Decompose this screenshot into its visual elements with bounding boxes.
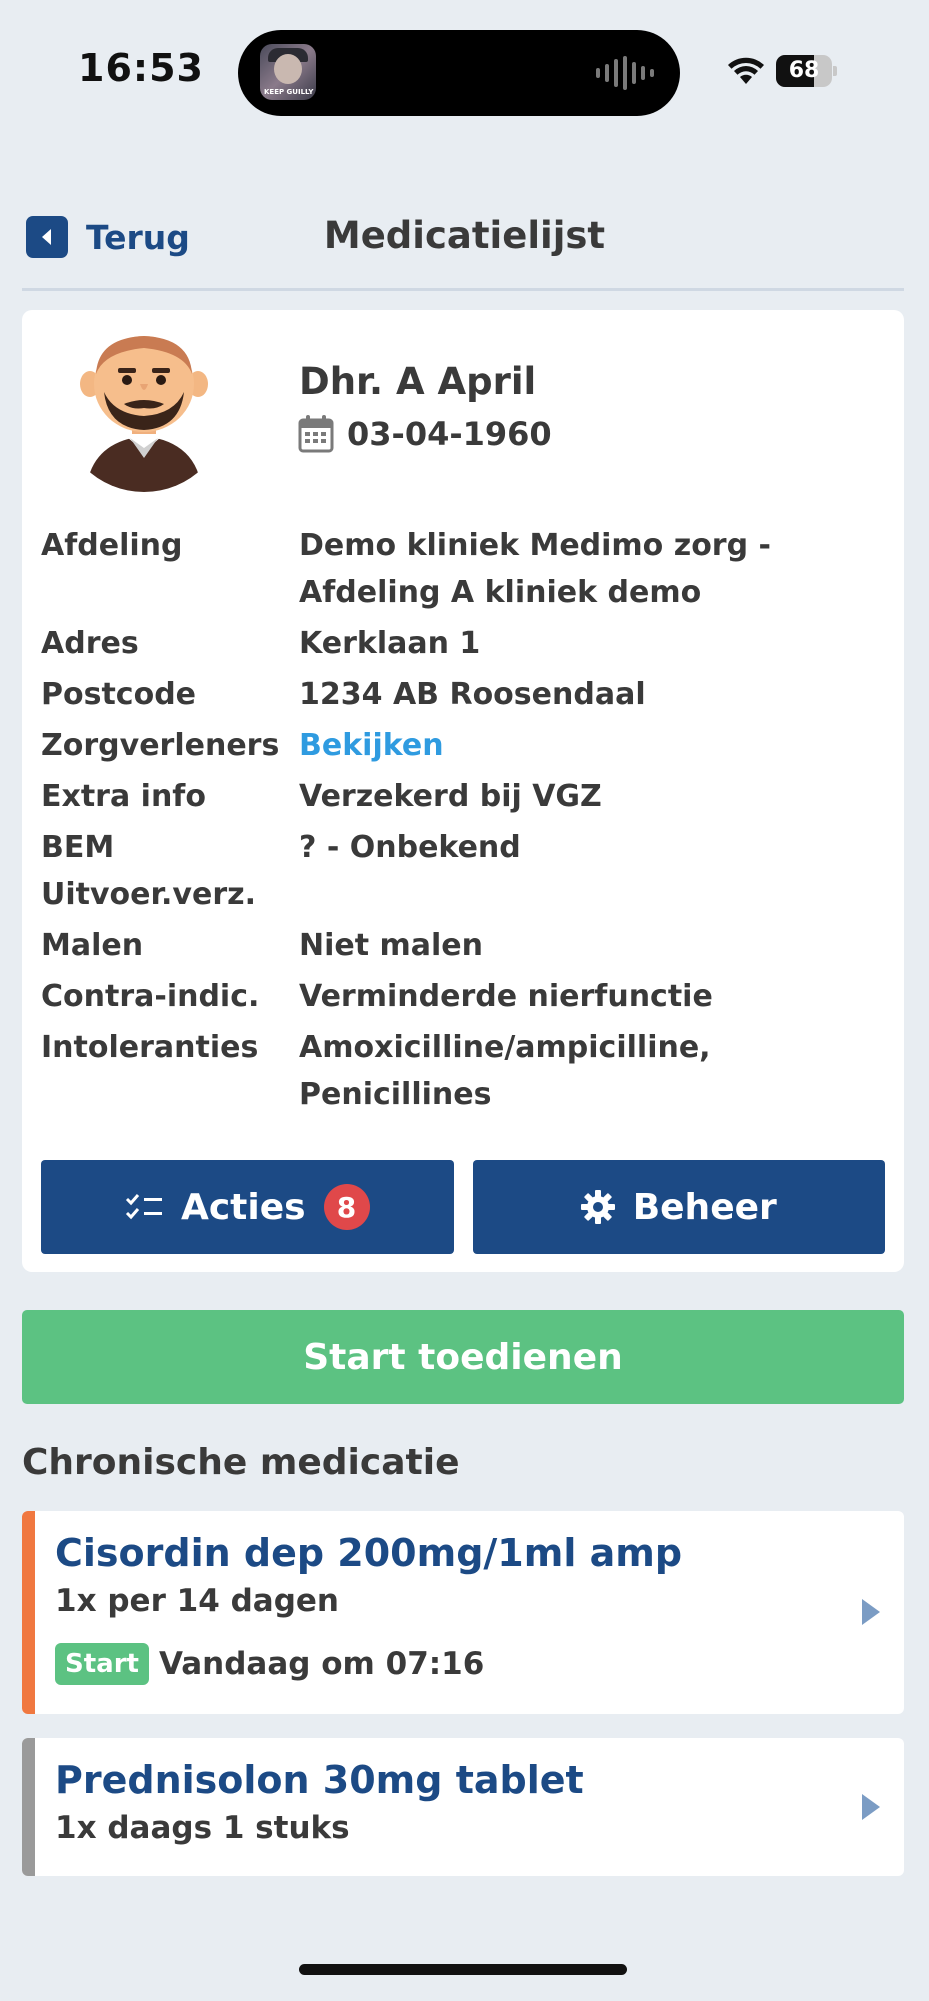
thumbnail-text: KEEP GUILLY bbox=[264, 88, 314, 96]
info-value: Verzekerd bij VGZ bbox=[299, 779, 602, 814]
info-row-bem: BEM Uitvoer.verz. ? - Onbekend bbox=[41, 824, 891, 918]
info-label: Contra-indic. bbox=[41, 979, 260, 1014]
patient-dob: 03-04-1960 bbox=[297, 414, 552, 454]
chevron-right-icon bbox=[862, 1794, 880, 1820]
medication-card[interactable]: Cisordin dep 200mg/1ml amp 1x per 14 dag… bbox=[22, 1511, 904, 1714]
status-bar: 16:53 KEEP GUILLY 68 bbox=[0, 0, 929, 140]
start-time: Vandaag om 07:16 bbox=[158, 1646, 485, 1682]
now-playing-thumbnail: KEEP GUILLY bbox=[260, 44, 316, 100]
patient-card: Dhr. A April 03-04-1960 Afdeling Demo kl… bbox=[22, 310, 904, 1272]
nav-header: Medicatielijst Terug bbox=[0, 200, 929, 290]
patient-avatar bbox=[60, 324, 228, 492]
medication-status-stripe bbox=[22, 1738, 35, 1876]
beheer-label: Beheer bbox=[632, 1186, 777, 1228]
wifi-icon bbox=[728, 57, 764, 84]
info-value: ? - Onbekend bbox=[299, 830, 521, 865]
medication-dose: 1x per 14 dagen bbox=[55, 1583, 339, 1619]
patient-info-table: Afdeling Demo kliniek Medimo zorg - Afde… bbox=[41, 522, 891, 1122]
info-value: Kerklaan 1 bbox=[299, 626, 481, 661]
info-label: Extra info bbox=[41, 779, 206, 814]
patient-action-buttons: Acties 8 Beheer bbox=[41, 1160, 885, 1254]
acties-count-badge: 8 bbox=[323, 1184, 370, 1230]
section-title-chronische-medicatie: Chronische medicatie bbox=[22, 1442, 460, 1483]
home-indicator[interactable] bbox=[299, 1964, 627, 1975]
back-button[interactable]: Terug bbox=[26, 216, 190, 258]
dob-text: 03-04-1960 bbox=[347, 415, 552, 453]
medication-dose: 1x daags 1 stuks bbox=[55, 1810, 350, 1846]
dynamic-island[interactable]: KEEP GUILLY bbox=[238, 30, 680, 116]
info-value: Demo kliniek Medimo zorg - Afdeling A kl… bbox=[299, 528, 771, 610]
start-badge: Start bbox=[55, 1643, 149, 1685]
medication-name: Prednisolon 30mg tablet bbox=[55, 1758, 584, 1802]
patient-name: Dhr. A April bbox=[299, 360, 537, 403]
battery-percentage: 68 bbox=[788, 58, 820, 83]
info-row-adres: Adres Kerklaan 1 bbox=[41, 620, 891, 667]
info-value: 1234 AB Roosendaal bbox=[299, 677, 646, 712]
medication-start: Start Vandaag om 07:16 bbox=[55, 1643, 484, 1685]
header-divider bbox=[22, 288, 904, 291]
info-label: Intoleranties bbox=[41, 1030, 259, 1065]
back-arrow-icon bbox=[26, 216, 68, 258]
info-row-malen: Malen Niet malen bbox=[41, 922, 891, 969]
info-value: Niet malen bbox=[299, 928, 484, 963]
info-label: Postcode bbox=[41, 677, 197, 712]
info-value: Verminderde nierfunctie bbox=[299, 979, 713, 1014]
info-label: Adres bbox=[41, 626, 139, 661]
acties-label: Acties bbox=[180, 1186, 306, 1228]
battery-icon: 68 bbox=[776, 55, 837, 87]
medication-card[interactable]: Prednisolon 30mg tablet 1x daags 1 stuks bbox=[22, 1738, 904, 1876]
info-row-extra-info: Extra info Verzekerd bij VGZ bbox=[41, 773, 891, 820]
status-time: 16:53 bbox=[78, 46, 204, 90]
acties-button[interactable]: Acties 8 bbox=[41, 1160, 454, 1254]
info-row-contra-indic: Contra-indic. Verminderde nierfunctie bbox=[41, 973, 891, 1020]
info-row-postcode: Postcode 1234 AB Roosendaal bbox=[41, 671, 891, 718]
info-row-zorgverleners: Zorgverleners Bekijken bbox=[41, 722, 891, 769]
info-row-intoleranties: Intoleranties Amoxicilline/ampicilline, … bbox=[41, 1024, 891, 1118]
gear-icon bbox=[580, 1190, 615, 1224]
waveform-icon bbox=[596, 56, 654, 90]
info-row-afdeling: Afdeling Demo kliniek Medimo zorg - Afde… bbox=[41, 522, 891, 616]
chevron-right-icon bbox=[862, 1599, 880, 1625]
calendar-icon bbox=[298, 415, 334, 453]
medication-name: Cisordin dep 200mg/1ml amp bbox=[55, 1531, 683, 1575]
info-label: Zorgverleners bbox=[41, 728, 280, 763]
zorgverleners-link[interactable]: Bekijken bbox=[299, 722, 859, 769]
beheer-button[interactable]: Beheer bbox=[472, 1160, 885, 1254]
checklist-icon bbox=[125, 1194, 162, 1220]
info-label: Afdeling bbox=[41, 528, 183, 563]
start-toedienen-button[interactable]: Start toedienen bbox=[22, 1310, 904, 1404]
info-label: Malen bbox=[41, 928, 144, 963]
info-value: Amoxicilline/ampicilline, Penicillines bbox=[299, 1030, 711, 1112]
back-label: Terug bbox=[86, 217, 190, 257]
medication-status-stripe bbox=[22, 1511, 35, 1714]
info-label: BEM Uitvoer.verz. bbox=[41, 830, 256, 912]
